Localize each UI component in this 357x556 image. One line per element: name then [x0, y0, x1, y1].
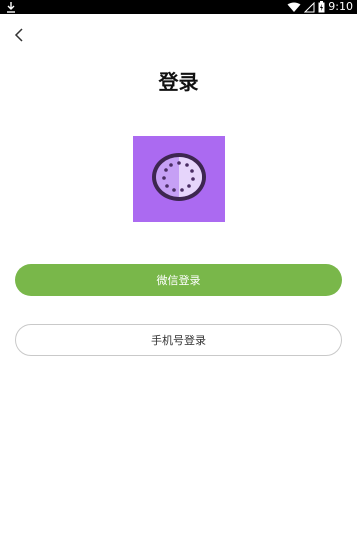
dial-logo-icon	[150, 151, 208, 207]
phone-login-button[interactable]: 手机号登录	[15, 324, 342, 356]
wifi-icon	[287, 0, 301, 17]
status-bar: 9:10	[0, 0, 357, 14]
status-time: 9:10	[328, 0, 353, 13]
back-button[interactable]	[10, 27, 28, 45]
page-title: 登录	[158, 70, 199, 94]
battery-icon	[318, 0, 325, 17]
wechat-login-button[interactable]: 微信登录	[15, 264, 342, 296]
app-logo	[133, 136, 225, 222]
chevron-left-icon	[14, 27, 24, 46]
status-right: 9:10	[287, 0, 353, 14]
signal-icon	[304, 0, 315, 17]
download-icon	[6, 0, 16, 17]
status-left	[6, 0, 16, 14]
